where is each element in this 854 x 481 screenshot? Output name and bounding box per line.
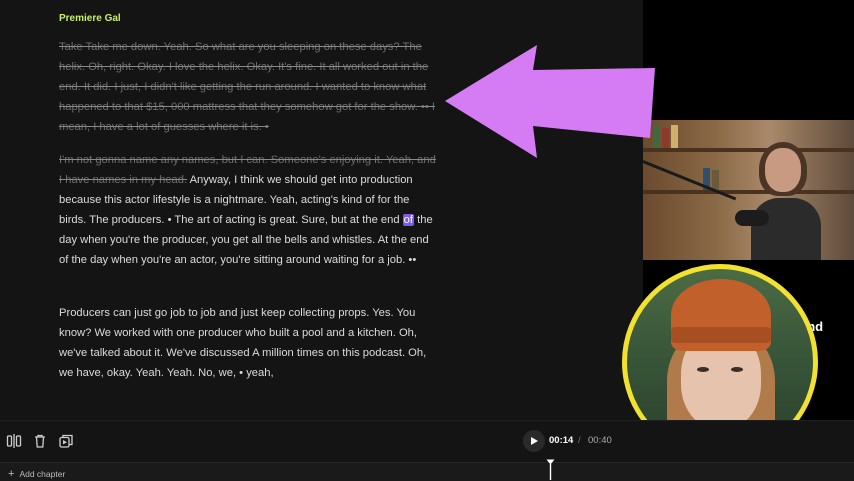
book (671, 125, 678, 148)
timeline[interactable] (0, 462, 854, 481)
play-icon (531, 437, 538, 445)
play-button[interactable] (523, 430, 545, 452)
host-person (751, 140, 821, 260)
total-time: 00:40 (588, 435, 612, 446)
pointer-arrow-icon (445, 45, 655, 158)
book (712, 170, 719, 190)
split-icon[interactable] (6, 433, 22, 449)
time-separator: / (578, 435, 581, 446)
add-chapter-label: Add chapter (19, 469, 66, 479)
bookshelf (643, 190, 854, 194)
plus-icon: + (8, 468, 15, 480)
bookshelf (643, 148, 854, 152)
playback-toolbar (0, 420, 854, 463)
transcript-text[interactable]: Producers can just go job to job and jus… (59, 307, 426, 379)
mic-arm (643, 160, 737, 201)
duplicate-icon[interactable] (58, 433, 74, 449)
microphone (735, 210, 769, 226)
trash-icon[interactable] (32, 433, 48, 449)
deleted-text[interactable]: Take Take me down. Yeah. So what are you… (59, 41, 435, 133)
transcript-paragraph[interactable]: Take Take me down. Yeah. So what are you… (59, 37, 439, 137)
transcript-paragraph[interactable]: I'm not gonna name any names, but I can.… (59, 150, 439, 270)
book (662, 128, 669, 148)
current-word[interactable]: of (402, 214, 415, 226)
add-chapter-button[interactable]: + Add chapter (8, 468, 65, 480)
speaker-label[interactable]: Premiere Gal (59, 13, 121, 24)
playhead[interactable] (546, 458, 555, 480)
video-preview-top (643, 0, 854, 120)
video-preview[interactable] (643, 120, 854, 260)
transcript-paragraph[interactable]: Producers can just go job to job and jus… (59, 303, 439, 383)
current-time: 00:14 (549, 435, 574, 446)
